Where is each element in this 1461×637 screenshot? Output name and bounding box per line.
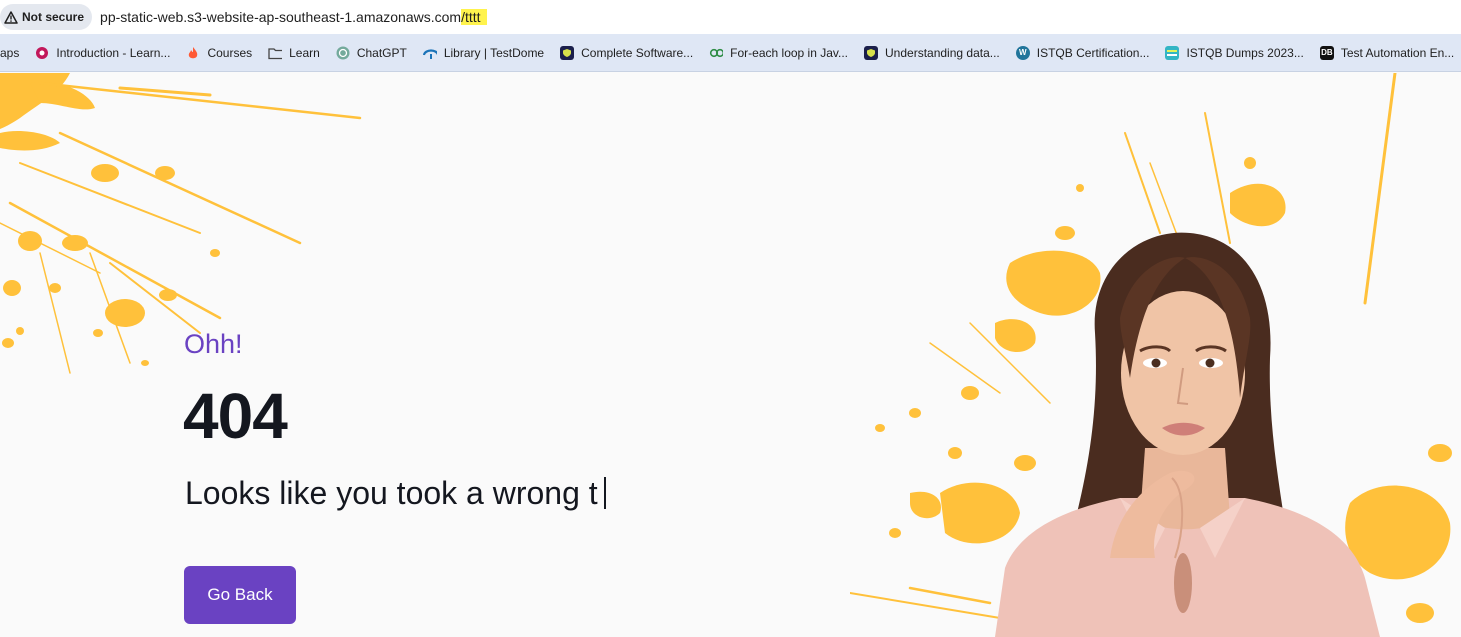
bookmark-istqb-certification[interactable]: W ISTQB Certification... — [1008, 39, 1158, 67]
bookmark-label: Library | TestDome — [443, 45, 545, 60]
bookmark-apps[interactable]: aps — [0, 39, 27, 67]
bookmark-for-each-loop[interactable]: For-each loop in Jav... — [701, 39, 856, 67]
bookmark-introduction-learn[interactable]: Introduction - Learn... — [27, 39, 178, 67]
flame-icon — [186, 46, 200, 60]
bookmark-complete-software[interactable]: Complete Software... — [552, 39, 701, 67]
go-back-button[interactable]: Go Back — [184, 566, 296, 624]
shield-icon — [560, 45, 575, 60]
bookmark-label: Learn — [289, 45, 320, 60]
page-content: Ohh! 404 Looks like you took a wrong t G… — [0, 73, 1461, 637]
warning-icon — [4, 10, 18, 24]
bookmark-label: aps — [0, 45, 20, 60]
address-bar[interactable]: Not secure pp-static-web.s3-website-ap-s… — [0, 0, 1461, 34]
error-message-text: Looks like you took a wrong t — [185, 475, 598, 511]
bookmark-understanding-data[interactable]: Understanding data... — [856, 39, 1008, 67]
bookmark-label: Understanding data... — [885, 45, 1000, 60]
shield-icon — [864, 45, 879, 60]
exclaim-text: Ohh! — [184, 329, 243, 359]
bookmark-testdome[interactable]: Library | TestDome — [415, 39, 552, 67]
chatgpt-icon — [336, 46, 350, 60]
bookmark-label: ChatGPT — [356, 45, 407, 60]
bookmark-label: For-each loop in Jav... — [730, 45, 849, 60]
error-message: Looks like you took a wrong t — [185, 475, 606, 512]
bookmark-istqb-dumps[interactable]: ISTQB Dumps 2023... — [1157, 39, 1311, 67]
url-path: /tttt — [461, 9, 487, 25]
bookmark-courses[interactable]: Courses — [178, 39, 260, 67]
folder-icon — [268, 46, 283, 60]
bookmark-label: ISTQB Certification... — [1036, 45, 1150, 60]
bookmark-chatgpt[interactable]: ChatGPT — [328, 39, 415, 67]
bookmark-label: Complete Software... — [581, 45, 694, 60]
bookmark-learn-folder[interactable]: Learn — [260, 39, 328, 67]
bookmark-label: Courses — [207, 45, 253, 60]
db-icon: DB — [1319, 45, 1334, 60]
not-secure-label: Not secure — [22, 10, 85, 24]
wordpress-icon: W — [1015, 45, 1030, 60]
bookmarks-bar: aps Introduction - Learn... Courses Lear… — [0, 34, 1461, 72]
person-illustration — [995, 232, 1380, 637]
site-info-chip[interactable]: Not secure — [0, 4, 93, 30]
url-host: pp-static-web.s3-website-ap-southeast-1.… — [100, 9, 462, 25]
bookmark-test-automation[interactable]: DB Test Automation En... — [1312, 39, 1461, 67]
dumps-icon — [1165, 45, 1180, 60]
url-field[interactable]: pp-static-web.s3-website-ap-southeast-1.… — [100, 9, 487, 25]
gfg-icon — [709, 46, 724, 60]
testdome-icon — [422, 46, 437, 60]
typing-caret — [603, 477, 606, 509]
bookmark-label: Test Automation En... — [1340, 45, 1455, 60]
error-code: 404 — [183, 380, 288, 452]
bookmark-label: ISTQB Dumps 2023... — [1186, 45, 1304, 60]
bookmark-label: Introduction - Learn... — [56, 45, 171, 60]
learn-icon — [35, 46, 49, 60]
